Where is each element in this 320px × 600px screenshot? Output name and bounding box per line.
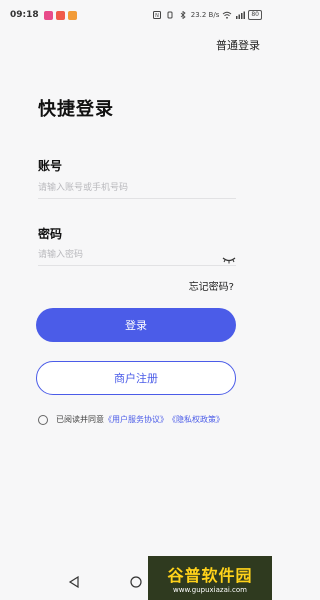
svg-text:N: N xyxy=(155,13,159,19)
battery-indicator: 80 xyxy=(248,10,262,20)
password-label: 密码 xyxy=(38,227,63,241)
status-time: 09:18 xyxy=(10,10,39,20)
password-input[interactable] xyxy=(38,244,236,266)
status-right: N 23.2 B/s 80 xyxy=(152,10,262,20)
site-watermark: 谷普软件园 www.gupuxiazai.com xyxy=(148,556,272,600)
home-icon[interactable] xyxy=(129,575,143,589)
network-speed: 23.2 B/s xyxy=(190,11,220,19)
back-icon[interactable] xyxy=(67,575,81,589)
status-bar: 09:18 N 23.2 B/s 80 xyxy=(0,0,272,30)
password-visibility-icon[interactable] xyxy=(222,250,236,264)
merchant-register-button[interactable]: 商户注册 xyxy=(36,361,236,395)
status-left: 09:18 xyxy=(10,10,77,20)
page-title: 快捷登录 xyxy=(38,99,114,120)
notification-app-icon xyxy=(43,10,53,20)
notification-app-icon xyxy=(67,10,77,20)
account-input[interactable] xyxy=(38,177,236,199)
watermark-url: www.gupuxiazai.com xyxy=(173,586,247,594)
wifi-icon xyxy=(222,11,232,19)
login-button[interactable]: 登录 xyxy=(36,308,236,342)
user-agreement-link[interactable]: 《用户服务协议》 xyxy=(104,414,168,425)
nfc-icon: N xyxy=(152,11,162,19)
vibrate-icon xyxy=(165,11,175,19)
agreement-prefix: 已阅读并同意 xyxy=(56,415,104,424)
normal-login-link[interactable]: 普通登录 xyxy=(216,37,260,53)
agreement-checkbox[interactable] xyxy=(38,414,48,425)
account-label: 账号 xyxy=(38,159,63,173)
agreement-row: 已阅读并同意 《用户服务协议》 《隐私权政策》 xyxy=(38,414,224,425)
signal-icon xyxy=(235,11,246,19)
notification-app-icon xyxy=(55,10,65,20)
privacy-policy-link[interactable]: 《隐私权政策》 xyxy=(168,414,224,425)
forgot-password-link[interactable]: 忘记密码? xyxy=(189,278,234,293)
watermark-title: 谷普软件园 xyxy=(167,566,253,585)
bluetooth-icon xyxy=(178,11,188,19)
